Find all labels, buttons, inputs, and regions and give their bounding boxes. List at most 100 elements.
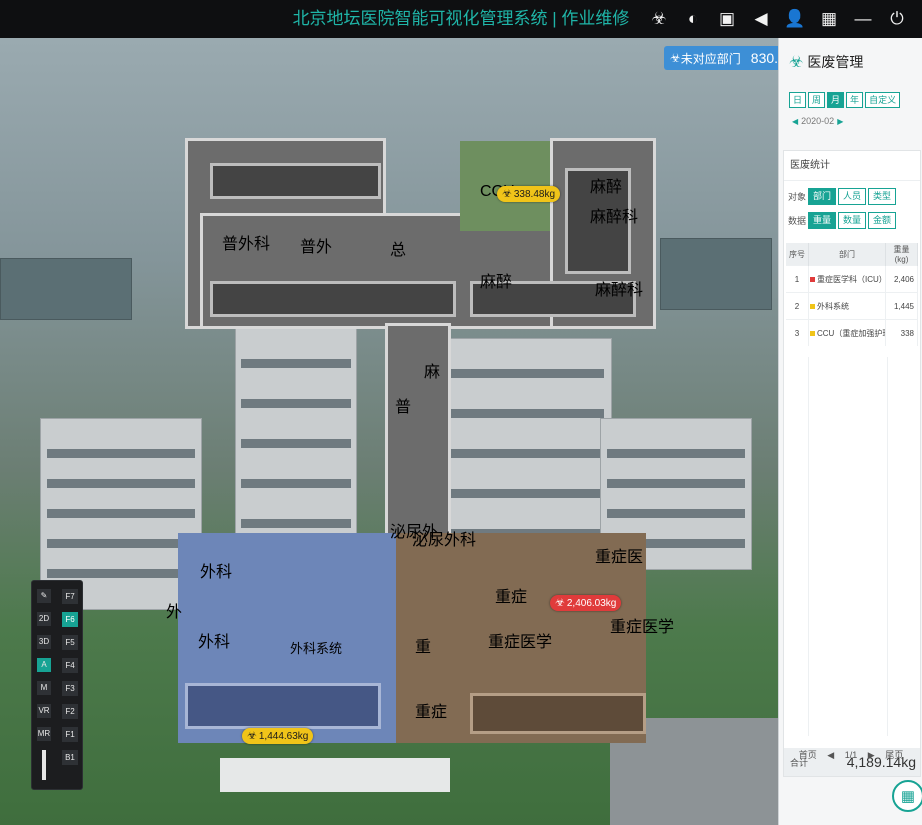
table-row[interactable]: 3 CCU（重症加强护理病 338 — [786, 319, 918, 346]
table-header-row: 序号 部门 重量(kg) — [786, 243, 918, 266]
waste-management-panel: ☣ 医废管理 日 周 月 年 自定义 ◀ 2020-02 ▶ 医废统计 对象 部… — [778, 38, 922, 825]
biohazard-icon: ☣ — [247, 730, 257, 742]
floor-button[interactable]: F4 — [62, 658, 78, 673]
first-page-link[interactable]: 首页 — [799, 750, 817, 760]
data-label: 数据 — [788, 216, 807, 226]
floor-button[interactable]: F5 — [62, 635, 78, 650]
next-page-icon[interactable]: ▶ — [868, 750, 875, 760]
table-gridline — [808, 357, 809, 736]
next-month-icon[interactable]: ▶ — [837, 117, 843, 126]
floor-list: F7 F6 F5 F4 F3 F2 F1 B1 — [62, 589, 78, 773]
color-swatch — [810, 276, 815, 282]
room-label: 重症 — [415, 704, 448, 721]
room-label: 重症 — [495, 589, 528, 606]
minimize-icon[interactable]: — — [846, 0, 880, 38]
room-label: 外科系统 — [290, 641, 343, 656]
last-page-link[interactable]: 尾页 — [885, 750, 903, 760]
rooms-row — [210, 163, 381, 199]
room-label: 麻醉 — [590, 179, 623, 196]
pencil-icon[interactable]: ✎ — [37, 589, 51, 603]
top-bar: 北京地坛医院智能可视化管理系统 | 作业维修 ☣ ◐ ▣ ◀ 👤 ▦ — ⏻ — [0, 0, 922, 38]
room-label: 总 — [390, 242, 407, 259]
room-label: 泌尿外科 — [412, 532, 477, 549]
cell-dept: 外科系统 — [808, 292, 886, 320]
toolbar-icons: ☣ ◐ ▣ ◀ 👤 ▦ — ⏻ — [642, 0, 914, 38]
view-2d-button[interactable]: 2D — [37, 612, 51, 626]
cell-no: 1 — [786, 265, 809, 293]
ground-road — [220, 758, 450, 792]
data-button-count[interactable]: 数量 — [838, 212, 867, 229]
table-row[interactable]: 1 重症医学科（ICU）(C 2,406 — [786, 265, 918, 293]
col-dept: 部门 — [808, 243, 886, 266]
floor-plan-scene[interactable]: 普外科 普外 CCU 麻醉 麻醉科 麻醉 麻醉科 总 麻 普 泌尿外 泌尿外科 … — [0, 38, 778, 825]
room-label: 外科 — [198, 634, 231, 651]
page-indicator: 1/1 — [844, 750, 858, 760]
waste-marker-surgery[interactable]: ☣ 1,444.63kg — [242, 728, 314, 744]
grid-icon[interactable]: ▦ — [812, 0, 846, 38]
waste-marker-ccu[interactable]: ☣ 338.48kg — [497, 186, 561, 202]
room-label: 麻醉科 — [590, 209, 639, 226]
prev-month-icon[interactable]: ◀ — [792, 117, 798, 126]
unassigned-label: 未对应部门 — [680, 51, 741, 66]
calculator-icon[interactable]: ▦ — [892, 780, 922, 812]
view-a-button[interactable]: A — [37, 658, 51, 672]
month-picker: ◀ 2020-02 ▶ — [779, 116, 922, 126]
room-label: 普 — [395, 399, 412, 416]
prev-page-icon[interactable]: ◀ — [827, 750, 834, 760]
panel-title: 医废管理 — [807, 54, 864, 70]
view-3d-button[interactable]: 3D — [37, 635, 51, 649]
view-mr-button[interactable]: MR — [37, 727, 51, 741]
rooms-row — [185, 683, 381, 729]
cell-weight: 2,406 — [885, 265, 918, 293]
floor-button[interactable]: B1 — [62, 750, 78, 765]
panel-header: ☣ 医废管理 — [779, 38, 922, 86]
waste-stats-card: 医废统计 对象 部门 人员 类型 数据 重量 数量 金额 序号 部门 重量(kg… — [783, 150, 921, 777]
color-swatch — [810, 330, 815, 336]
tab-custom[interactable]: 自定义 — [865, 92, 901, 108]
col-no: 序号 — [786, 243, 809, 266]
object-button-department[interactable]: 部门 — [808, 188, 837, 205]
cell-no: 3 — [786, 319, 809, 346]
image-icon[interactable]: ▣ — [710, 0, 744, 38]
power-icon[interactable]: ⏻ — [880, 0, 914, 38]
room-label: 重症医 — [595, 549, 644, 566]
object-button-person[interactable]: 人员 — [838, 188, 867, 205]
floor-button[interactable]: F7 — [62, 589, 78, 604]
col-weight: 重量(kg) — [885, 243, 918, 266]
month-value: 2020-02 — [801, 116, 835, 126]
floor-button-active[interactable]: F6 — [62, 612, 78, 627]
object-button-type[interactable]: 类型 — [868, 188, 897, 205]
data-filter: 数据 重量 数量 金额 — [784, 212, 920, 229]
rooms-row — [210, 281, 456, 317]
room-label: 重症医学 — [610, 619, 675, 636]
view-vr-button[interactable]: VR — [37, 704, 51, 718]
biohazard-icon: ☣ — [670, 51, 681, 65]
background-building — [660, 238, 772, 310]
table-row[interactable]: 2 外科系统 1,445 — [786, 292, 918, 320]
back-icon[interactable]: ◀ — [744, 0, 778, 38]
tab-month[interactable]: 月 — [827, 92, 845, 108]
cell-dept: 重症医学科（ICU）(C — [808, 265, 886, 293]
cell-weight: 338 — [885, 319, 918, 346]
slider-handle[interactable] — [42, 750, 46, 780]
color-swatch — [810, 303, 815, 309]
room-label: 麻醉科 — [595, 282, 644, 299]
biohazard-icon[interactable]: ☣ — [642, 0, 676, 38]
contrast-icon[interactable]: ◐ — [676, 0, 710, 38]
data-button-amount[interactable]: 金额 — [868, 212, 897, 229]
view-tools: ✎ 2D 3D A M VR MR — [37, 589, 51, 789]
room-label: 普外科 — [222, 236, 271, 253]
data-button-weight[interactable]: 重量 — [808, 212, 837, 229]
user-icon[interactable]: 👤 — [778, 0, 812, 38]
stats-title: 医废统计 — [784, 151, 920, 181]
floor-button[interactable]: F3 — [62, 681, 78, 696]
object-filter: 对象 部门 人员 类型 — [784, 188, 920, 205]
waste-marker-icu[interactable]: ☣ 2,406.03kg — [550, 595, 622, 611]
tab-day[interactable]: 日 — [789, 92, 807, 108]
tab-year[interactable]: 年 — [846, 92, 864, 108]
object-label: 对象 — [788, 192, 807, 202]
tab-week[interactable]: 周 — [808, 92, 826, 108]
floor-button[interactable]: F2 — [62, 704, 78, 719]
floor-button[interactable]: F1 — [62, 727, 78, 742]
view-m-button[interactable]: M — [37, 681, 51, 695]
